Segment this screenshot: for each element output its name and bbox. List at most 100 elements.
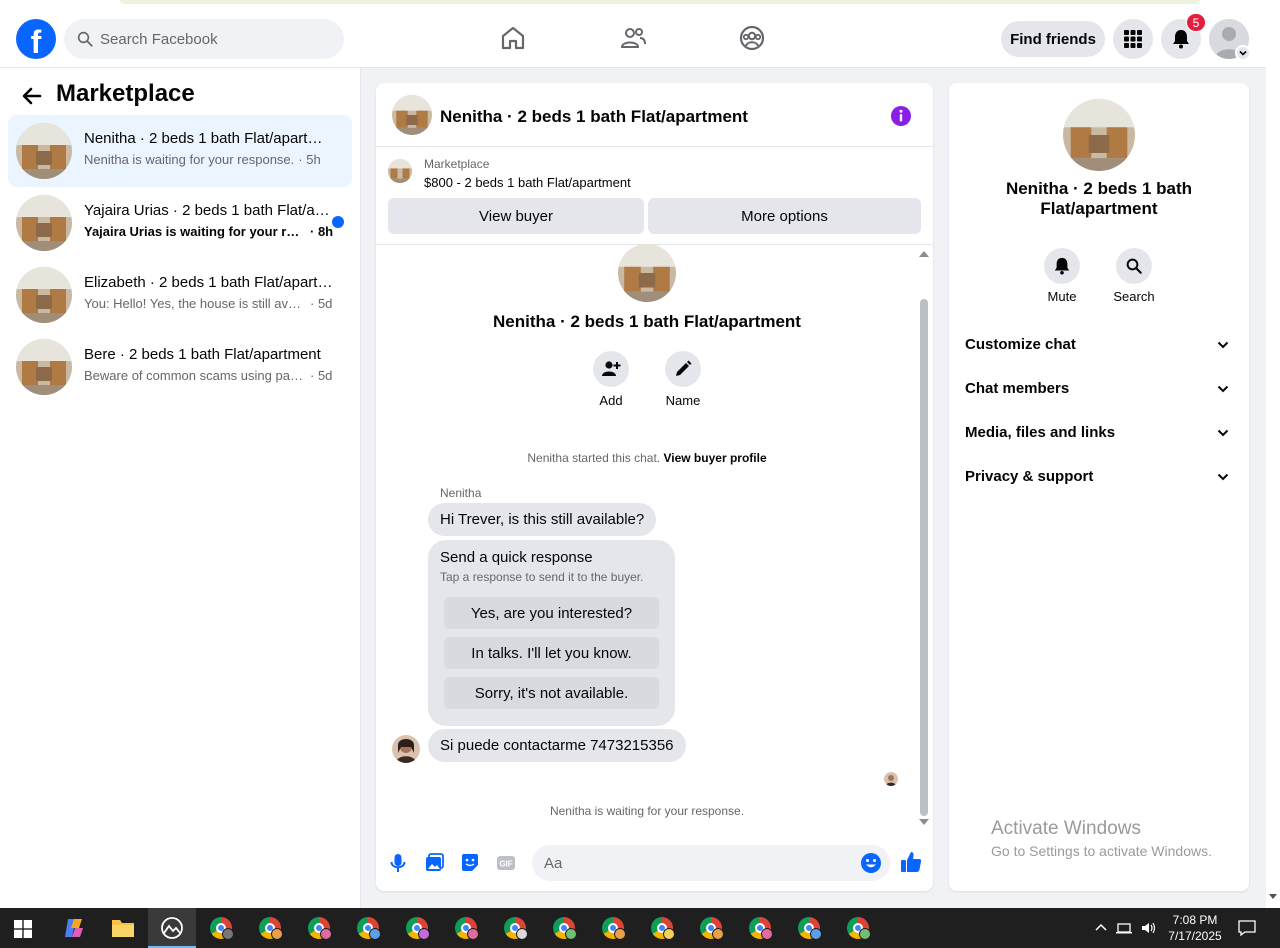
view-buyer-button[interactable]: View buyer: [388, 198, 644, 234]
activate-windows-watermark: Activate Windows Go to Settings to activ…: [991, 818, 1212, 859]
quick-response-option[interactable]: In talks. I'll let you know.: [444, 637, 659, 669]
chat-scrollbar[interactable]: [918, 251, 929, 831]
chrome-profile-icon[interactable]: [491, 908, 539, 948]
chrome-profile-icon[interactable]: [638, 908, 686, 948]
marketplace-inbox-sidebar: Marketplace Nenitha · 2 beds 1 bath Flat…: [0, 68, 361, 908]
add-people-action[interactable]: Add: [591, 351, 631, 408]
search-in-chat-action[interactable]: Search: [1104, 248, 1164, 304]
listing-thumbnail[interactable]: [392, 95, 432, 135]
photo-icon[interactable]: [423, 852, 445, 874]
view-buyer-profile-link[interactable]: View buyer profile: [663, 451, 766, 465]
svg-text:GIF: GIF: [499, 860, 512, 869]
conversation-preview: You: Hello! Yes, the house is still avai…: [84, 296, 306, 311]
conversation-name: Bere · 2 beds 1 bath Flat/apartment: [84, 346, 321, 363]
accordion-customize-chat[interactable]: Customize chat: [957, 325, 1241, 365]
quick-response-title: Send a quick response: [440, 549, 593, 566]
quick-response-option[interactable]: Yes, are you interested?: [444, 597, 659, 629]
quick-response-option[interactable]: Sorry, it's not available.: [444, 677, 659, 709]
page-title: Marketplace: [56, 80, 195, 107]
waiting-status: Nenitha is waiting for your response.: [549, 804, 745, 818]
chrome-profile-icon[interactable]: [393, 908, 441, 948]
chevron-down-icon: [1217, 429, 1229, 437]
listing-thumbnail: [16, 195, 72, 251]
quick-response-subtitle: Tap a response to send it to the buyer.: [440, 570, 644, 584]
chrome-profile-icon[interactable]: [540, 908, 588, 948]
photos-app-icon[interactable]: [148, 908, 196, 948]
home-icon[interactable]: [499, 24, 527, 52]
search-box[interactable]: [64, 19, 344, 59]
conversation-time: · 5h: [298, 152, 321, 167]
chat-window: Nenitha · 2 beds 1 bath Flat/apartment M…: [376, 83, 933, 891]
chrome-profile-icon[interactable]: [197, 908, 245, 948]
conversation-item[interactable]: Nenitha · 2 beds 1 bath Flat/apartment N…: [8, 115, 352, 187]
chevron-down-icon: [1217, 341, 1229, 349]
chrome-profile-icon[interactable]: [246, 908, 294, 948]
facebook-logo[interactable]: f: [16, 19, 56, 59]
chrome-profile-icon[interactable]: [589, 908, 637, 948]
sender-avatar[interactable]: [392, 735, 420, 763]
top-navigation-bar: f Find friends 5: [0, 10, 1266, 68]
accordion-chat-members[interactable]: Chat members: [957, 369, 1241, 409]
message-field[interactable]: [532, 845, 890, 881]
notification-center-icon[interactable]: [1238, 919, 1256, 937]
search-input[interactable]: [100, 19, 330, 59]
chrome-profile-icon[interactable]: [295, 908, 343, 948]
menu-button[interactable]: [1113, 19, 1153, 59]
message-bubble[interactable]: Si puede contactarme 7473215356: [428, 729, 686, 762]
account-chevron-icon[interactable]: [1235, 45, 1251, 61]
file-explorer-icon[interactable]: [99, 908, 147, 948]
listing-thumbnail: [16, 339, 72, 395]
accordion-privacy-support[interactable]: Privacy & support: [957, 457, 1241, 497]
chrome-profile-icon[interactable]: [834, 908, 882, 948]
notification-badge: 5: [1186, 13, 1206, 32]
system-tray[interactable]: [1094, 920, 1158, 939]
message-bubble[interactable]: Hi Trever, is this still available?: [428, 503, 657, 536]
chevron-down-icon: [1217, 385, 1229, 393]
like-icon[interactable]: [899, 850, 923, 874]
back-arrow-icon[interactable]: [20, 84, 44, 108]
message-input[interactable]: [544, 845, 844, 881]
pencil-icon: [676, 360, 692, 376]
unread-dot: [332, 216, 344, 228]
conversation-item[interactable]: Yajaira Urias · 2 beds 1 bath Flat/apart…: [8, 187, 352, 259]
taskbar-clock[interactable]: 7:08 PM 7/17/2025: [1160, 912, 1230, 944]
chrome-profile-icon[interactable]: [344, 908, 392, 948]
copilot-icon[interactable]: [50, 908, 98, 948]
more-options-button[interactable]: More options: [648, 198, 921, 234]
friends-icon[interactable]: [619, 24, 647, 52]
info-icon[interactable]: [890, 105, 912, 127]
listing-title[interactable]: $800 - 2 beds 1 bath Flat/apartment: [424, 175, 631, 190]
conversation-time: · 5d: [310, 368, 333, 383]
name-label: Name: [665, 393, 701, 408]
chat-started-note: Nenitha started this chat. View buyer pr…: [527, 451, 767, 465]
conversation-item[interactable]: Elizabeth · 2 beds 1 bath Flat/apartment…: [8, 259, 352, 331]
quick-response-card: Send a quick response Tap a response to …: [428, 540, 675, 726]
gif-icon[interactable]: GIF: [495, 852, 517, 874]
chat-group-name: Nenitha · 2 beds 1 bath Flat/apartment: [493, 312, 801, 331]
add-person-icon: [602, 361, 621, 376]
add-label: Add: [599, 393, 623, 408]
chrome-profile-icon[interactable]: [785, 908, 833, 948]
page-scrollbar[interactable]: [1266, 10, 1280, 908]
conversation-item[interactable]: Bere · 2 beds 1 bath Flat/apartment Bewa…: [8, 331, 352, 403]
microphone-icon[interactable]: [387, 852, 409, 874]
chrome-profile-icon[interactable]: [442, 908, 490, 948]
chrome-profile-icon[interactable]: [736, 908, 784, 948]
chrome-profile-icon[interactable]: [687, 908, 735, 948]
name-chat-action[interactable]: Name: [663, 351, 703, 408]
windows-start-icon[interactable]: [14, 920, 32, 938]
search-icon: [1126, 258, 1142, 274]
groups-icon[interactable]: [738, 24, 766, 52]
listing-summary: Marketplace $800 - 2 beds 1 bath Flat/ap…: [376, 147, 933, 245]
conversation-preview: Beware of common scams using payment app…: [84, 368, 306, 383]
chat-title[interactable]: Nenitha · 2 beds 1 bath Flat/apartment: [440, 107, 748, 127]
accordion-media-files-links[interactable]: Media, files and links: [957, 413, 1241, 453]
bell-icon: [1054, 257, 1070, 275]
sticker-icon[interactable]: [459, 852, 481, 874]
mute-action[interactable]: Mute: [1032, 248, 1092, 304]
listing-thumbnail: [388, 159, 412, 183]
conversation-preview: Yajaira Urias is waiting for your respon…: [84, 224, 306, 239]
chat-details-panel: Nenitha · 2 beds 1 bath Flat/apartment M…: [949, 83, 1249, 891]
emoji-icon[interactable]: [860, 852, 882, 874]
find-friends-button[interactable]: Find friends: [1001, 21, 1105, 57]
